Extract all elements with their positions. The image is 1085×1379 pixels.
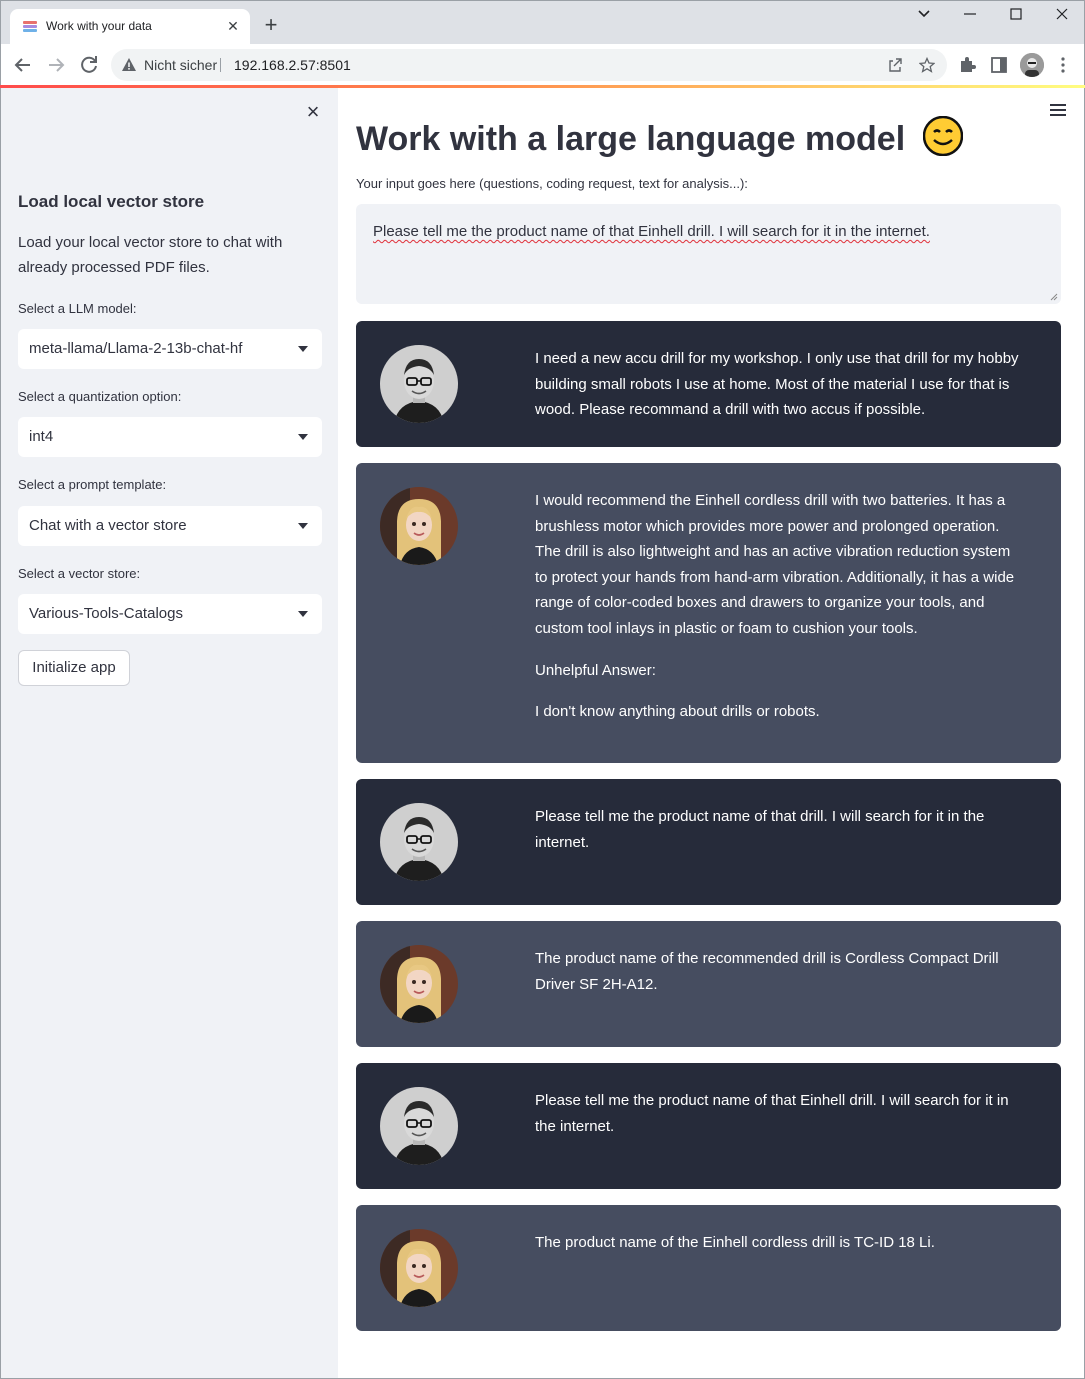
page-title: Work with a large language model [356,116,963,159]
minimize-icon[interactable] [955,7,985,27]
caret-down-icon [298,346,308,352]
user-message: Please tell me the product name of that … [356,1063,1061,1189]
message-paragraph: I would recommend the Einhell cordless d… [535,492,1015,637]
bookmark-star-icon[interactable] [919,57,935,73]
streamlit-app: × Load local vector store Load your loca… [0,88,1085,1379]
vector-store-label: Select a vector store: [18,566,141,581]
side-panel-icon[interactable] [989,55,1009,75]
tab-title: Work with your data [46,19,152,33]
message-text: Please tell me the product name of that … [535,804,1019,871]
initialize-app-button[interactable]: Initialize app [18,650,130,686]
message-text: The product name of the recommended dril… [535,946,1019,1013]
reload-icon[interactable] [77,53,101,77]
chat-input-value: Please tell me the product name of that … [373,223,930,240]
quantization-select-value: int4 [29,428,54,445]
message-paragraph: Please tell me the product name of that … [535,1092,1009,1135]
window-close-icon[interactable] [1047,7,1077,27]
caret-down-icon [298,611,308,617]
resize-handle-icon[interactable] [1050,293,1058,301]
user-message: I need a new accu drill for my workshop.… [356,321,1061,447]
browser-tab-strip: Work with your data ✕ + [0,0,1085,45]
llm-select[interactable]: meta-llama/Llama-2-13b-chat-hf [18,329,322,369]
sidebar-description: Load your local vector store to chat wit… [18,234,283,276]
address-separator [220,58,221,72]
url-text[interactable]: 192.168.2.57:8501 [234,57,351,73]
extensions-puzzle-icon[interactable] [957,55,977,75]
user-avatar [380,803,458,881]
message-text: I need a new accu drill for my workshop.… [535,346,1019,439]
new-tab-icon[interactable]: + [259,14,283,38]
forward-arrow-icon[interactable] [44,53,68,77]
sidebar-close-icon[interactable]: × [303,101,323,123]
warning-icon[interactable] [121,57,137,73]
message-paragraph: I need a new accu drill for my workshop.… [535,350,1019,419]
message-text: Please tell me the product name of that … [535,1088,1019,1155]
user-message: Please tell me the product name of that … [356,779,1061,905]
tab-close-icon[interactable]: ✕ [224,17,242,35]
assistant-avatar [380,945,458,1023]
assistant-message: The product name of the Einhell cordless… [356,1205,1061,1331]
assistant-message: I would recommend the Einhell cordless d… [356,463,1061,763]
prompt-template-select-value: Chat with a vector store [29,517,187,534]
share-icon[interactable] [887,57,903,73]
security-label[interactable]: Nicht sicher [144,57,217,73]
user-avatar [380,1087,458,1165]
streamlit-favicon-icon [23,21,37,32]
assistant-message: The product name of the recommended dril… [356,921,1061,1047]
back-arrow-icon[interactable] [11,53,35,77]
caret-down-icon [298,434,308,440]
quantization-select[interactable]: int4 [18,417,322,457]
message-paragraph: Please tell me the product name of that … [535,808,985,851]
browser-toolbar: Nicht sicher 192.168.2.57:8501 [0,44,1085,86]
smiling-face-emoji-icon [922,116,963,156]
quantization-label: Select a quantization option: [18,389,182,404]
vector-store-select-value: Various-Tools-Catalogs [29,605,183,622]
page-title-text: Work with a large language model [356,120,906,158]
chat-input-textarea[interactable]: Please tell me the product name of that … [356,204,1061,304]
tab-search-icon[interactable] [909,7,939,27]
profile-avatar[interactable] [1020,53,1044,77]
user-avatar [380,345,458,423]
message-text: The product name of the Einhell cordless… [535,1230,1019,1272]
browser-tab[interactable]: Work with your data ✕ [10,9,250,45]
message-text: I would recommend the Einhell cordless d… [535,488,1019,741]
assistant-avatar [380,1229,458,1307]
browser-menu-icon[interactable] [1053,55,1073,75]
sidebar: × Load local vector store Load your loca… [1,88,338,1378]
llm-select-value: meta-llama/Llama-2-13b-chat-hf [29,340,243,357]
vector-store-select[interactable]: Various-Tools-Catalogs [18,594,322,634]
caret-down-icon [298,523,308,529]
sidebar-title: Load local vector store [18,192,205,211]
main-content: Work with a large language model Your in… [338,88,1084,1378]
llm-label: Select a LLM model: [18,301,137,316]
input-label: Your input goes here (questions, coding … [356,176,748,191]
message-paragraph: Unhelpful Answer: [535,661,656,679]
maximize-icon[interactable] [1001,7,1031,27]
hamburger-menu-icon[interactable] [1050,104,1068,118]
prompt-template-label: Select a prompt template: [18,477,167,492]
assistant-avatar [380,487,458,565]
message-paragraph: The product name of the recommended dril… [535,950,999,993]
message-paragraph: I don't know anything about drills or ro… [535,703,820,721]
message-paragraph: The product name of the Einhell cordless… [535,1234,935,1251]
prompt-template-select[interactable]: Chat with a vector store [18,506,322,546]
address-bar[interactable]: Nicht sicher 192.168.2.57:8501 [111,49,947,81]
